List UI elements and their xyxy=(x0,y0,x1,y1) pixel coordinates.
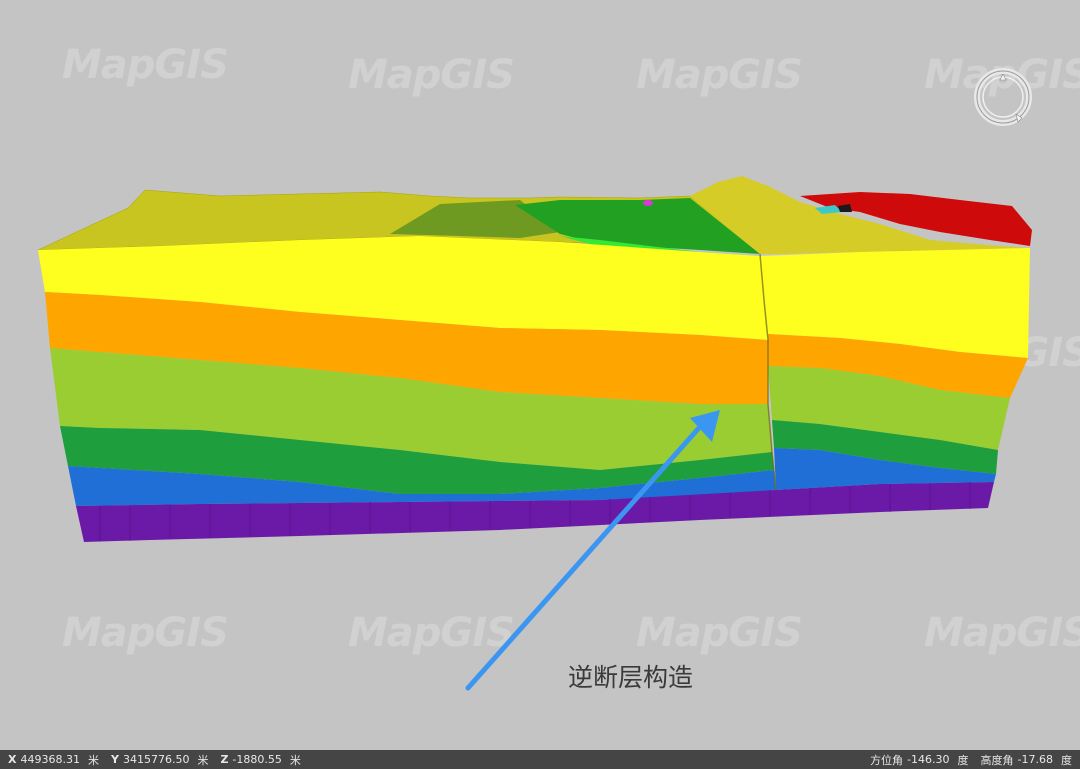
geological-block-model[interactable] xyxy=(0,0,1080,750)
terrain-magenta-spot xyxy=(643,200,653,206)
elevation-label: 高度角 xyxy=(980,753,1014,767)
navigation-compass-icon[interactable] xyxy=(972,66,1034,128)
azimuth-unit: 度 xyxy=(957,753,969,767)
y-coordinate-unit: 米 xyxy=(197,753,209,767)
azimuth-value: -146.30 xyxy=(907,753,950,766)
elevation-group: 高度角 -17.68 度 xyxy=(981,752,1072,768)
z-coordinate-value: -1880.55 xyxy=(232,753,282,766)
x-coordinate-value: 449368.31 xyxy=(20,753,80,766)
x-coordinate-label: X xyxy=(8,753,17,766)
3d-viewport[interactable]: MapGIS MapGIS MapGIS MapGIS MapGIS MapGI… xyxy=(0,0,1080,750)
x-coordinate-unit: 米 xyxy=(87,753,99,767)
z-coordinate-group: Z -1880.55 米 xyxy=(220,752,312,768)
azimuth-label: 方位角 xyxy=(870,753,904,767)
y-coordinate-group: Y 3415776.50 米 xyxy=(111,752,220,768)
x-coordinate-group: X 449368.31 米 xyxy=(8,752,111,768)
y-coordinate-value: 3415776.50 xyxy=(122,753,190,766)
elevation-unit: 度 xyxy=(1061,753,1072,767)
status-bar: X 449368.31 米 Y 3415776.50 米 Z -1880.55 … xyxy=(0,750,1080,769)
y-coordinate-label: Y xyxy=(110,753,119,766)
azimuth-group: 方位角 -146.30 度 xyxy=(870,752,980,768)
reverse-fault-label: 逆断层构造 xyxy=(568,663,694,692)
z-coordinate-unit: 米 xyxy=(289,753,301,767)
z-coordinate-label: Z xyxy=(220,753,229,766)
elevation-value: -17.68 xyxy=(1017,753,1053,766)
